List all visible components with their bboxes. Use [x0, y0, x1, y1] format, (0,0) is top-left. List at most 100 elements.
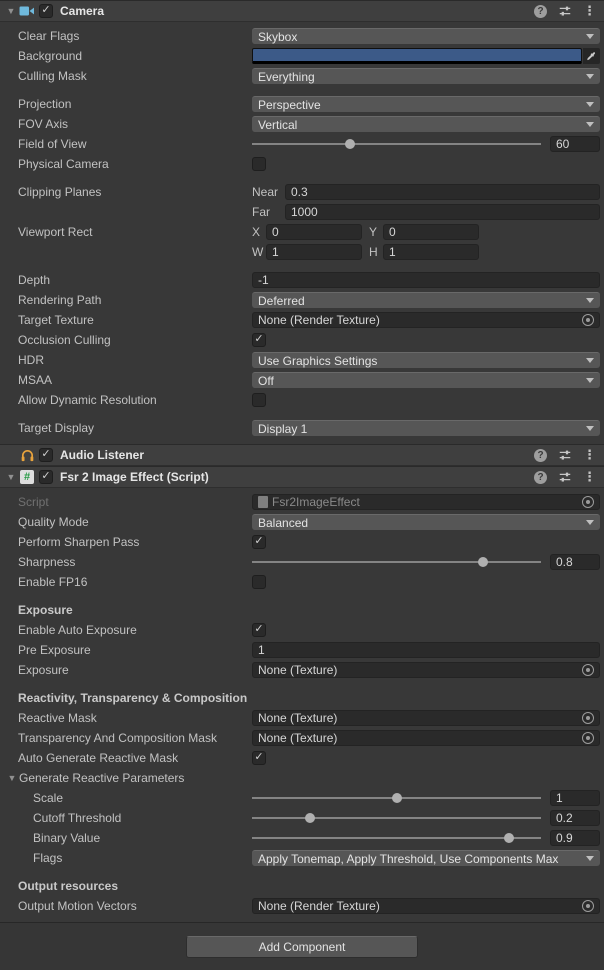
- binary-value-slider[interactable]: [252, 837, 541, 839]
- presets-icon[interactable]: [558, 470, 572, 484]
- background-color-field[interactable]: [252, 48, 600, 64]
- hdr-dropdown[interactable]: Use Graphics Settings: [252, 352, 600, 368]
- near-plane-input[interactable]: 0.3: [285, 184, 600, 200]
- sharpness-slider[interactable]: [252, 561, 541, 563]
- chevron-down-icon: [586, 34, 594, 39]
- enable-auto-exposure-checkbox[interactable]: ✓: [252, 623, 266, 637]
- chevron-down-icon: [586, 298, 594, 303]
- presets-icon[interactable]: [558, 448, 572, 462]
- row-script: Script Fsr2ImageEffect: [0, 492, 604, 512]
- slider-handle[interactable]: [504, 833, 514, 843]
- dropdown-value: Balanced: [258, 516, 582, 530]
- help-icon[interactable]: [534, 5, 547, 18]
- output-motion-vectors-object-field[interactable]: None (Render Texture): [252, 898, 600, 914]
- inspector-footer: Add Component: [0, 922, 604, 970]
- object-picker-icon[interactable]: [582, 664, 594, 676]
- audio-listener-component-header[interactable]: ✓ Audio Listener: [0, 444, 604, 466]
- msaa-dropdown[interactable]: Off: [252, 372, 600, 388]
- auto-generate-reactive-mask-checkbox[interactable]: ✓: [252, 751, 266, 765]
- row-cutoff-threshold: Cutoff Threshold 0.2: [0, 808, 604, 828]
- object-picker-icon[interactable]: [582, 732, 594, 744]
- row-enable-fp16: Enable FP16: [0, 572, 604, 592]
- kebab-menu-icon[interactable]: [583, 447, 596, 463]
- cutoff-threshold-value[interactable]: 0.2: [550, 810, 600, 826]
- foldout-arrow-icon[interactable]: [4, 7, 18, 16]
- perform-sharpen-pass-checkbox[interactable]: ✓: [252, 535, 266, 549]
- slider-handle[interactable]: [345, 139, 355, 149]
- field-label: Binary Value: [18, 831, 252, 845]
- eyedropper-button[interactable]: [583, 48, 600, 64]
- audio-listener-enabled-checkbox[interactable]: ✓: [39, 448, 53, 462]
- camera-enabled-checkbox[interactable]: ✓: [39, 4, 53, 18]
- presets-icon[interactable]: [558, 4, 572, 18]
- output-section-header: Output resources: [0, 876, 604, 896]
- clear-flags-dropdown[interactable]: Skybox: [252, 28, 600, 44]
- target-display-dropdown[interactable]: Display 1: [252, 420, 600, 436]
- camera-component-header[interactable]: ✓ Camera: [0, 0, 604, 22]
- field-label: Generate Reactive Parameters: [19, 771, 253, 785]
- row-hdr: HDR Use Graphics Settings: [0, 350, 604, 370]
- object-value: None (Texture): [258, 663, 577, 677]
- field-of-view-slider[interactable]: [252, 143, 541, 145]
- cutoff-threshold-slider[interactable]: [252, 817, 541, 819]
- field-of-view-value[interactable]: 60: [550, 136, 600, 152]
- slider-handle[interactable]: [392, 793, 402, 803]
- field-label: Script: [18, 495, 252, 509]
- fov-axis-dropdown[interactable]: Vertical: [252, 116, 600, 132]
- slider-handle[interactable]: [478, 557, 488, 567]
- field-label: Quality Mode: [18, 515, 252, 529]
- fsr2-enabled-checkbox[interactable]: ✓: [39, 470, 53, 484]
- field-label: Exposure: [18, 663, 252, 677]
- reactivity-section-header: Reactivity, Transparency & Composition: [0, 688, 604, 708]
- checkmark: ✓: [254, 752, 263, 763]
- color-swatch[interactable]: [252, 48, 582, 64]
- rendering-path-dropdown[interactable]: Deferred: [252, 292, 600, 308]
- occlusion-culling-checkbox[interactable]: ✓: [252, 333, 266, 347]
- allow-dynamic-resolution-checkbox[interactable]: [252, 393, 266, 407]
- physical-camera-checkbox[interactable]: [252, 157, 266, 171]
- component-title: Camera: [60, 4, 104, 18]
- viewport-h-input[interactable]: 1: [383, 244, 479, 260]
- chevron-down-icon: [586, 520, 594, 525]
- script-object-field: Fsr2ImageEffect: [252, 494, 600, 510]
- object-picker-icon[interactable]: [582, 314, 594, 326]
- kebab-menu-icon[interactable]: [583, 469, 596, 485]
- viewport-x-input[interactable]: 0: [266, 224, 362, 240]
- fsr2-component-header[interactable]: # ✓ Fsr 2 Image Effect (Script): [0, 466, 604, 488]
- pre-exposure-input[interactable]: 1: [252, 642, 600, 658]
- field-label: Clear Flags: [18, 29, 252, 43]
- scale-slider[interactable]: [252, 797, 541, 799]
- add-component-button[interactable]: Add Component: [186, 936, 418, 958]
- enable-fp16-checkbox[interactable]: [252, 575, 266, 589]
- row-transparency-mask: Transparency And Composition Mask None (…: [0, 728, 604, 748]
- quality-mode-dropdown[interactable]: Balanced: [252, 514, 600, 530]
- sharpness-value[interactable]: 0.8: [550, 554, 600, 570]
- kebab-menu-icon[interactable]: [583, 3, 596, 19]
- object-picker-icon[interactable]: [582, 900, 594, 912]
- row-fov-axis: FOV Axis Vertical: [0, 114, 604, 134]
- flags-dropdown[interactable]: Apply Tonemap, Apply Threshold, Use Comp…: [252, 850, 600, 866]
- row-target-display: Target Display Display 1: [0, 418, 604, 438]
- binary-value-value[interactable]: 0.9: [550, 830, 600, 846]
- reactive-mask-object-field[interactable]: None (Texture): [252, 710, 600, 726]
- chevron-down-icon: [586, 358, 594, 363]
- viewport-y-input[interactable]: 0: [383, 224, 479, 240]
- exposure-object-field[interactable]: None (Texture): [252, 662, 600, 678]
- object-picker-icon[interactable]: [582, 712, 594, 724]
- far-plane-input[interactable]: 1000: [285, 204, 600, 220]
- foldout-arrow-icon[interactable]: [5, 774, 19, 783]
- target-texture-object-field[interactable]: None (Render Texture): [252, 312, 600, 328]
- help-icon[interactable]: [534, 449, 547, 462]
- depth-input[interactable]: -1: [252, 272, 600, 288]
- slider-handle[interactable]: [305, 813, 315, 823]
- foldout-arrow-icon[interactable]: [4, 473, 18, 482]
- transparency-mask-object-field[interactable]: None (Texture): [252, 730, 600, 746]
- projection-dropdown[interactable]: Perspective: [252, 96, 600, 112]
- row-background: Background: [0, 46, 604, 66]
- scale-value[interactable]: 1: [550, 790, 600, 806]
- culling-mask-dropdown[interactable]: Everything: [252, 68, 600, 84]
- script-hash-glyph: #: [20, 470, 34, 484]
- viewport-w-input[interactable]: 1: [266, 244, 362, 260]
- help-icon[interactable]: [534, 471, 547, 484]
- object-picker-icon[interactable]: [582, 496, 594, 508]
